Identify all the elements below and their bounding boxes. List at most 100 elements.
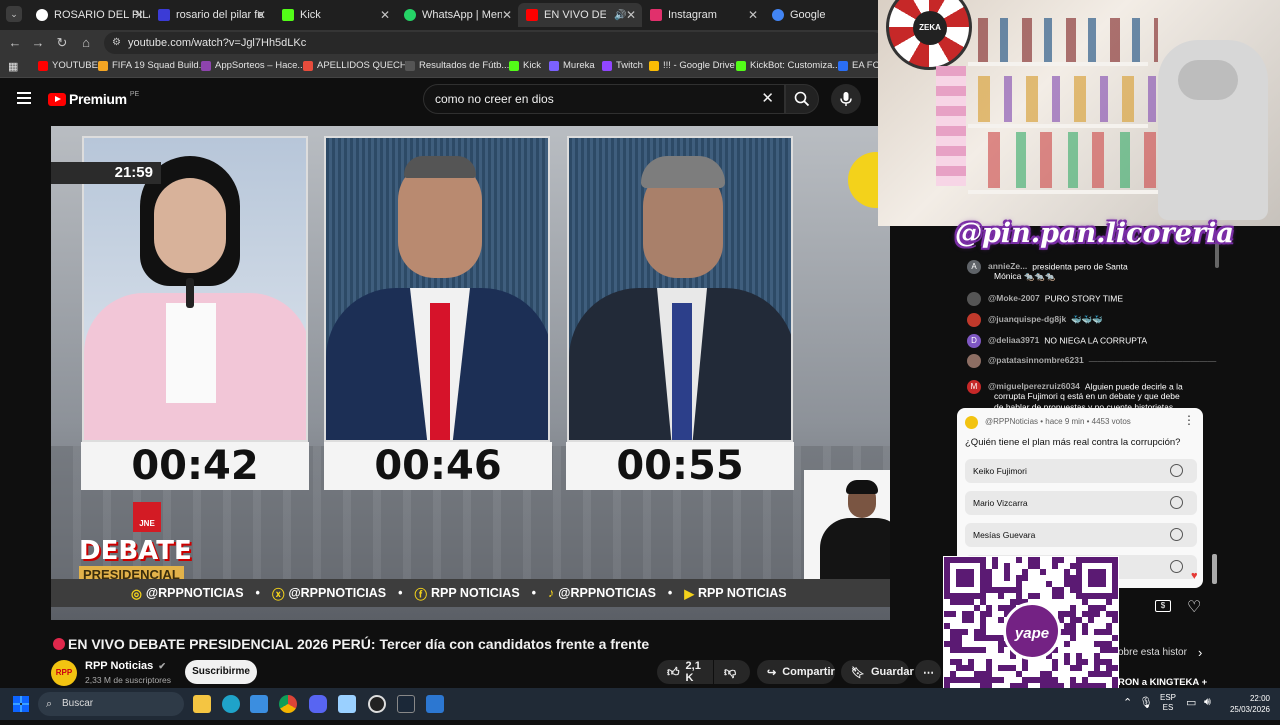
heart-icon[interactable]: ♡ (1187, 597, 1201, 617)
bookmark-item[interactable]: AppSorteos – Hace... (201, 60, 305, 71)
avatar (967, 313, 981, 327)
subscribe-button[interactable]: Suscribirme (185, 660, 257, 684)
youtube-logo[interactable]: Premium PE (48, 91, 139, 107)
steam-icon[interactable] (397, 695, 415, 713)
address-bar[interactable]: ⚙ youtube.com/watch?v=Jgl7Hh5dLKc (104, 32, 884, 54)
shelf (968, 190, 1188, 194)
bookmark-item[interactable]: KickBot: Customiza... (736, 60, 840, 71)
app-icon[interactable] (426, 695, 444, 713)
microphone-tray-icon[interactable]: 🎙︎ (1139, 696, 1153, 709)
hamburger-menu-icon[interactable] (17, 92, 31, 104)
avatar: D (967, 334, 981, 348)
tiktok-icon: ♪ (548, 586, 555, 600)
poll-option[interactable]: Mario Vizcarra (965, 491, 1197, 515)
browser-tab[interactable]: Google (764, 3, 878, 27)
taskbar-search[interactable]: ⌕ Buscar (38, 692, 184, 716)
video-player[interactable]: 21:59 00:42 00:46 00:55 JNE DEBATE PRESI… (51, 126, 890, 620)
bookmark-favicon-icon (303, 60, 313, 71)
chat-message: @Moke-2007 PURO STORY TIME (967, 292, 1123, 306)
shelf (968, 62, 1148, 66)
apps-grid-icon[interactable]: ▦ (8, 60, 18, 73)
chevron-up-icon[interactable]: ⌃ (1123, 696, 1132, 709)
avatar (967, 354, 981, 368)
search-input[interactable]: como no creer en dios ✕ (423, 84, 785, 114)
notepad-icon[interactable] (338, 695, 356, 713)
browser-tab[interactable]: rosario del pilar fernan✕ (150, 3, 272, 27)
bookmark-item[interactable]: Twitch (602, 60, 643, 71)
close-icon[interactable]: ✕ (256, 8, 266, 22)
bookmark-item[interactable]: FIFA 19 Squad Build... (98, 60, 207, 71)
clear-search-icon[interactable]: ✕ (761, 85, 774, 113)
poll-option[interactable]: Keiko Fujimori (965, 459, 1197, 483)
bookmark-item[interactable]: APELLIDOS QUECH... (303, 60, 415, 71)
windows-start-icon[interactable] (13, 696, 29, 712)
debate-title: DEBATE PRESIDENCIAL (79, 536, 192, 583)
search-button[interactable] (785, 84, 819, 114)
close-icon[interactable]: ✕ (748, 8, 758, 22)
obs-icon[interactable] (368, 695, 386, 713)
chat-scrollbar-thumb[interactable] (1212, 554, 1217, 584)
browser-tab[interactable]: Instagram ✕ (642, 3, 764, 27)
prize-wheel: ZEKA (886, 0, 972, 70)
browser-tab[interactable]: Kick ✕ (274, 3, 396, 27)
youtube-icon (38, 60, 48, 71)
close-icon[interactable]: ✕ (380, 8, 390, 22)
reload-icon[interactable]: ↻ (53, 34, 71, 52)
network-icon[interactable]: ▭ (1186, 696, 1196, 709)
forward-arrow-icon[interactable]: → (29, 34, 47, 52)
youtube-icon: ▶ (684, 586, 694, 601)
facebook-icon: ⓕ (414, 587, 427, 602)
browser-tab[interactable]: ROSARIO DEL PILAR✕ (28, 3, 150, 27)
more-actions-button[interactable]: ⋯ (915, 660, 941, 684)
store-icon[interactable] (250, 695, 268, 713)
chat-ticker-text-2: RON a KINGTEKA + (1118, 677, 1208, 688)
edge-icon[interactable] (222, 695, 240, 713)
volume-icon[interactable]: 🔊︎ (1204, 696, 1211, 709)
channel-avatar[interactable]: RPP (51, 660, 77, 686)
speaker-icon[interactable]: 🔊 (614, 10, 626, 21)
poll-meta: @RPPNoticias • hace 9 min • 4453 votos (985, 417, 1131, 426)
back-arrow-icon[interactable]: ← (6, 34, 24, 52)
radio-icon (1170, 528, 1183, 541)
like-button[interactable]: 👍︎ 2,1 K (657, 660, 713, 684)
bookmark-item[interactable]: YOUTUBE (38, 60, 98, 71)
more-vert-icon[interactable]: ⋮ (1183, 413, 1195, 427)
shelf (968, 124, 1148, 128)
tab-favicon-icon (158, 9, 170, 21)
bookmark-item[interactable]: Kick (509, 60, 541, 71)
save-button[interactable]: 🔖︎ Guardar (841, 660, 914, 684)
chevron-right-icon[interactable]: › (1198, 645, 1202, 660)
close-icon[interactable]: ✕ (626, 8, 636, 22)
close-icon[interactable]: ✕ (134, 8, 144, 22)
bookmark-favicon-icon (201, 60, 211, 71)
chrome-icon[interactable] (279, 695, 297, 713)
share-button[interactable]: ↪ Compartir (757, 660, 835, 684)
discord-icon[interactable] (309, 695, 327, 713)
browser-tab[interactable]: WhatsApp | Mensajer✕ (396, 3, 518, 27)
bookmark-favicon-icon (98, 60, 108, 71)
clock[interactable]: 22:00 25/03/2026 (1222, 693, 1270, 715)
close-icon[interactable]: ✕ (502, 8, 512, 22)
bookmark-item[interactable]: Resultados de Fútb... (405, 60, 509, 71)
bookmark-item[interactable]: !!! - Google Drive (649, 60, 735, 71)
bookmark-item[interactable]: EA FC (838, 60, 879, 71)
home-icon[interactable]: ⌂ (77, 34, 95, 52)
bookmark-item[interactable]: Mureka (549, 60, 595, 71)
windows-taskbar: ⌕ Buscar ⌃ 🎙︎ ESP ES ▭ 🔊︎ 22:00 25/03/20… (0, 688, 1280, 720)
file-explorer-icon[interactable] (193, 695, 211, 713)
wheel-center: ZEKA (913, 11, 947, 45)
microphone (186, 278, 194, 308)
speaking-timer-2: 00:46 (324, 442, 552, 490)
channel-name[interactable]: RPP Noticias ✔ (85, 660, 166, 672)
tab-search-button[interactable]: ⌄ (6, 6, 22, 22)
site-info-icon[interactable]: ⚙ (112, 32, 121, 54)
broadcast-clock: 21:59 (51, 162, 161, 184)
browser-tab-active[interactable]: EN VIVO DEBA🔊✕ (518, 3, 642, 27)
super-chat-icon[interactable]: $ (1155, 600, 1171, 612)
chat-message: D @deliaa3971 NO NIEGA LA CORRUPTA (967, 334, 1147, 348)
poll-option[interactable]: Mesías Guevara (965, 523, 1197, 547)
dislike-button[interactable]: 👎︎ (714, 660, 750, 684)
language-indicator[interactable]: ESP ES (1160, 693, 1176, 713)
voice-search-button[interactable] (831, 84, 861, 114)
speaking-timer-1: 00:42 (81, 442, 309, 490)
